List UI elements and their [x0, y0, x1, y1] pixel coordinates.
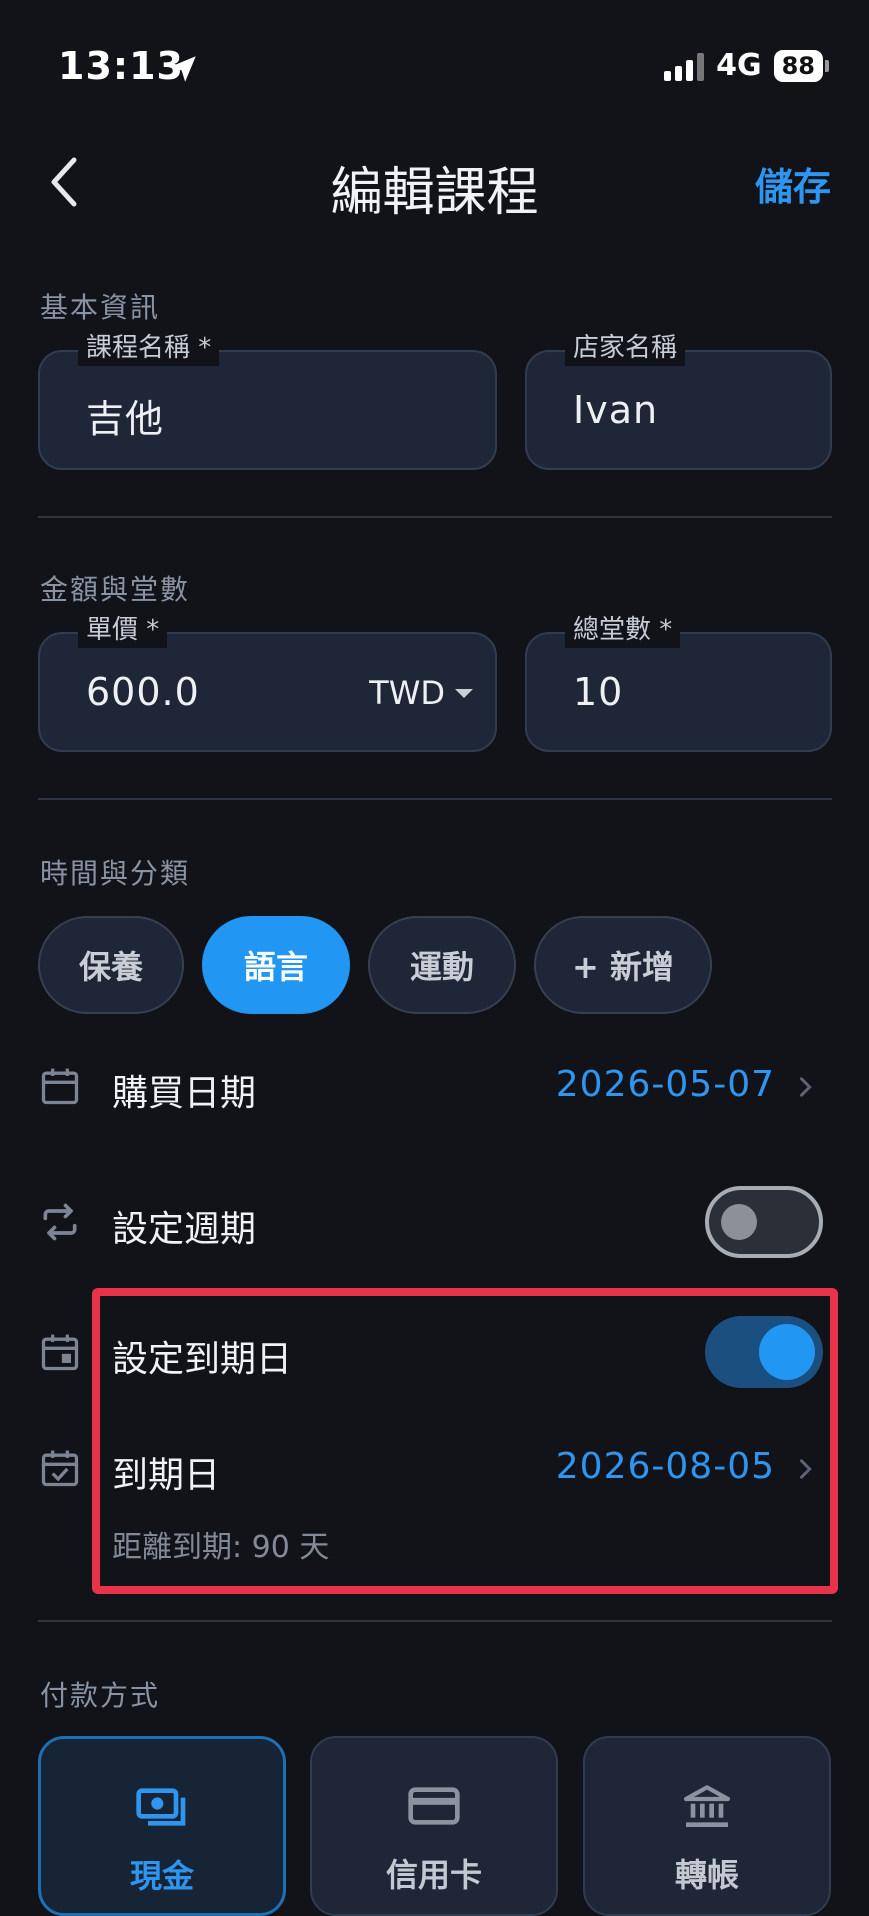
course-name-value: 吉他 [86, 397, 165, 441]
purchase-date-label: 購買日期 [112, 1073, 257, 1114]
total-count-field[interactable]: 總堂數 * 10 [525, 612, 832, 752]
divider [38, 1620, 832, 1622]
currency-value: TWD [369, 674, 445, 712]
recurring-toggle[interactable] [705, 1186, 823, 1258]
caret-down-icon [455, 688, 473, 698]
calendar-event-icon [41, 1334, 79, 1371]
payment-cash-label: 現金 [129, 1857, 194, 1895]
due-date-label: 到期日 [112, 1455, 221, 1496]
battery-icon: 88 [773, 49, 829, 82]
payment-credit-card-label: 信用卡 [385, 1856, 482, 1894]
due-date-toggle-label: 設定到期日 [112, 1339, 293, 1380]
save-button[interactable]: 儲存 [755, 156, 831, 211]
repeat-icon [43, 1203, 77, 1241]
unit-price-label: 單價 * [78, 612, 168, 648]
divider [38, 798, 832, 800]
due-date-toggle[interactable] [705, 1316, 823, 1388]
bank-icon [683, 1785, 731, 1827]
chevron-right-icon[interactable] [791, 1455, 819, 1483]
category-add-button[interactable]: + 新增 [534, 916, 712, 1014]
course-name-label: 課程名稱 * [78, 330, 220, 366]
category-chip-sports[interactable]: 運動 [368, 916, 516, 1014]
divider [38, 516, 832, 518]
store-name-value: Ivan [573, 388, 659, 432]
section-amount: 金額與堂數 [40, 573, 191, 606]
section-time-category: 時間與分類 [40, 857, 191, 890]
calendar-check-icon [41, 1450, 79, 1487]
category-chip-maintenance[interactable]: 保養 [38, 916, 184, 1014]
network-label: 4G [716, 48, 762, 83]
section-basic-info: 基本資訊 [40, 291, 161, 324]
payment-credit-card[interactable]: 信用卡 [310, 1736, 558, 1916]
status-indicators: 4G 88 [664, 48, 829, 83]
payment-transfer-label: 轉帳 [674, 1856, 739, 1894]
purchase-date-value[interactable]: 2026-05-07 [556, 1064, 775, 1105]
signal-icon [664, 51, 705, 81]
unit-price-value: 600.0 [86, 670, 200, 714]
cash-icon [136, 1788, 186, 1826]
section-payment: 付款方式 [40, 1679, 161, 1712]
currency-select[interactable]: TWD [369, 674, 473, 712]
store-name-label: 店家名稱 [565, 330, 686, 366]
location-arrow-icon [170, 56, 196, 82]
battery-level: 88 [773, 49, 823, 82]
chevron-right-icon[interactable] [791, 1073, 819, 1101]
unit-price-field[interactable]: 單價 * 600.0 TWD [38, 612, 497, 752]
credit-card-icon [408, 1787, 460, 1825]
total-count-value: 10 [573, 670, 624, 714]
recurring-label: 設定週期 [112, 1209, 257, 1250]
category-chip-language[interactable]: 語言 [202, 916, 350, 1014]
total-count-label: 總堂數 * [565, 612, 681, 648]
due-date-value[interactable]: 2026-08-05 [556, 1446, 775, 1487]
page-title: 編輯課程 [330, 163, 539, 223]
calendar-icon [41, 1068, 79, 1105]
payment-cash[interactable]: 現金 [38, 1736, 286, 1916]
days-until-due: 距離到期: 90 天 [112, 1530, 330, 1565]
store-name-field[interactable]: 店家名稱 Ivan [525, 330, 832, 470]
payment-transfer[interactable]: 轉帳 [583, 1736, 831, 1916]
course-name-field[interactable]: 課程名稱 * 吉他 [38, 330, 497, 470]
